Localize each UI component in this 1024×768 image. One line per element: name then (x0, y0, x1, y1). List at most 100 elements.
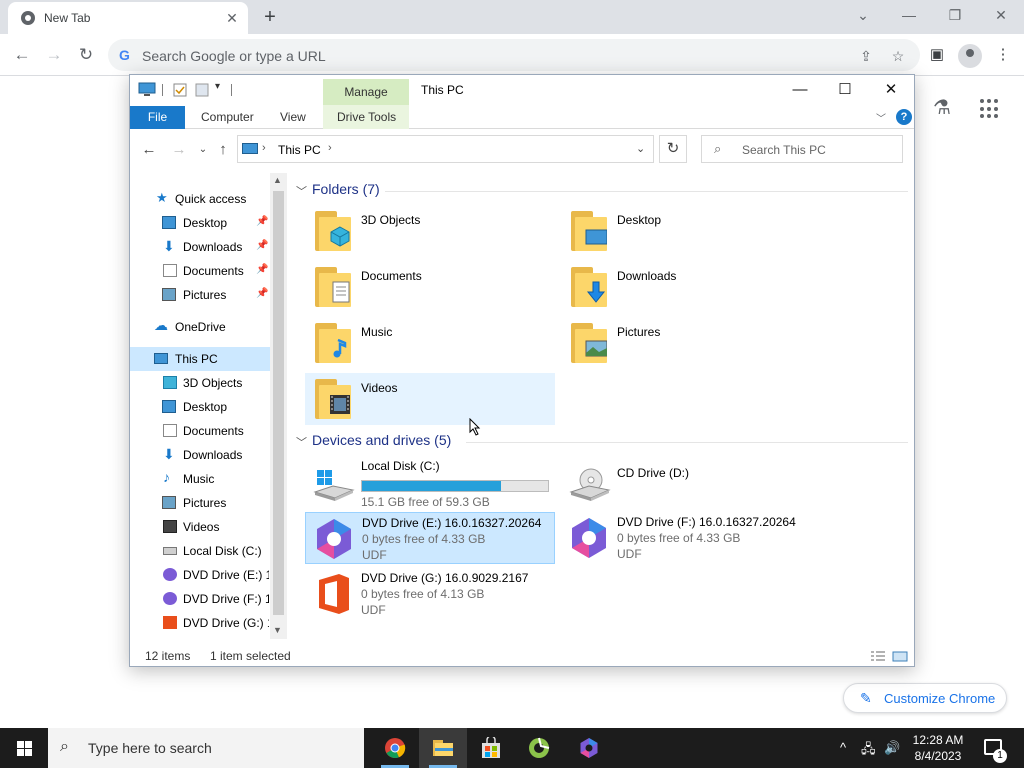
new-tab-button[interactable]: + (258, 5, 282, 29)
volume-icon[interactable]: 🔊 (884, 740, 900, 756)
tab-file[interactable]: File (130, 106, 185, 129)
nav-dvd-drive-e[interactable]: DVD Drive (E:) 16 (130, 563, 270, 587)
pin-icon: 📌 (256, 216, 269, 227)
tab-search-chevron-icon[interactable]: ⌄ (840, 4, 886, 26)
nav-pictures[interactable]: Pictures (130, 491, 270, 515)
tab-computer[interactable]: Computer (201, 110, 254, 124)
nav-3d-objects[interactable]: 3D Objects (130, 371, 270, 395)
back-arrow-icon[interactable]: ← (139, 140, 159, 160)
folder-downloads[interactable]: Downloads (561, 261, 811, 313)
taskbar-clock[interactable]: 12:28 AM 8/4/2023 (900, 732, 976, 764)
folder-videos[interactable]: Videos (305, 373, 555, 425)
folder-3d-objects[interactable]: 3D Objects (305, 205, 555, 257)
breadcrumb-separator-icon[interactable]: › (262, 142, 266, 154)
music-note-icon: ♪ (163, 469, 170, 485)
show-hidden-icons-chevron-icon[interactable]: ^ (840, 740, 846, 755)
folder-pictures[interactable]: Pictures (561, 317, 811, 369)
nav-music[interactable]: ♪ Music (130, 467, 270, 491)
nav-scrollbar[interactable]: ▲ ▼ (270, 173, 287, 639)
side-panel-icon[interactable]: ▣ (926, 44, 948, 66)
nav-downloads[interactable]: ⬇ Downloads (130, 443, 270, 467)
nav-onedrive[interactable]: ☁ OneDrive (130, 315, 270, 339)
drive-dvd-e[interactable]: DVD Drive (E:) 16.0.16327.20264 0 bytes … (305, 512, 555, 564)
address-dropdown-icon[interactable]: ⌄ (636, 142, 645, 155)
folder-icon (571, 211, 607, 251)
labs-flask-icon[interactable]: ⚗ (930, 96, 954, 120)
breadcrumb-this-pc[interactable]: This PC (278, 143, 321, 157)
tab-close-icon[interactable]: ✕ (222, 8, 242, 28)
folder-documents[interactable]: Documents (305, 261, 555, 313)
chrome-restore-button[interactable]: ❐ (932, 4, 978, 26)
nav-dvd-drive-f[interactable]: DVD Drive (F:) 16 (130, 587, 270, 611)
chrome-close-button[interactable]: ✕ (978, 4, 1024, 26)
tab-drive-tools[interactable]: Drive Tools (337, 110, 396, 124)
chrome-minimize-button[interactable]: — (886, 4, 932, 26)
search-input[interactable]: ⌕ Search This PC (701, 135, 903, 163)
nav-desktop-pinned[interactable]: Desktop 📌 (130, 211, 270, 235)
drive-dvd-g[interactable]: DVD Drive (G:) 16.0.9029.2167 0 bytes fr… (305, 568, 555, 620)
scroll-thumb[interactable] (273, 191, 284, 615)
taskbar-file-explorer[interactable] (419, 728, 467, 768)
forward-arrow-icon[interactable]: → (169, 140, 189, 160)
collapse-chevron-icon[interactable]: ﹀ (296, 434, 307, 450)
customize-qat-chevron-icon[interactable]: ▾ (215, 81, 220, 92)
properties-icon[interactable] (173, 83, 187, 97)
explorer-close-button[interactable]: ✕ (875, 79, 907, 101)
new-folder-icon[interactable] (195, 83, 209, 97)
share-icon[interactable]: ⇪ (857, 47, 875, 65)
taskbar-app-office[interactable] (565, 728, 613, 768)
nav-quick-access[interactable]: ★ Quick access (130, 187, 270, 211)
scroll-down-icon[interactable]: ▼ (273, 625, 282, 635)
download-arrow-icon: ⬇ (163, 446, 175, 462)
back-arrow-icon[interactable]: ← (9, 42, 35, 68)
scroll-up-icon[interactable]: ▲ (273, 175, 282, 185)
start-button[interactable] (0, 728, 48, 768)
drive-dvd-f[interactable]: DVD Drive (F:) 16.0.16327.20264 0 bytes … (561, 512, 811, 564)
store-bag-icon (482, 737, 500, 758)
network-icon[interactable]: 🖧 (861, 740, 876, 762)
chrome-menu-icon[interactable]: ⋮ (992, 44, 1014, 66)
search-icon: ⌕ (714, 141, 722, 156)
drive-local-disk-c[interactable]: Local Disk (C:) 15.1 GB free of 59.3 GB (305, 456, 555, 509)
breadcrumb-separator-icon[interactable]: › (328, 142, 332, 154)
explorer-maximize-button[interactable]: ☐ (829, 79, 861, 101)
explorer-minimize-button[interactable]: — (784, 79, 816, 101)
collapse-chevron-icon[interactable]: ﹀ (296, 183, 307, 199)
nav-pictures-pinned[interactable]: Pictures 📌 (130, 283, 270, 307)
nav-local-disk-c[interactable]: Local Disk (C:) (130, 539, 270, 563)
tab-view[interactable]: View (280, 110, 306, 124)
nav-documents-pinned[interactable]: Documents 📌 (130, 259, 270, 283)
customize-chrome-button[interactable]: ✎ Customize Chrome (843, 683, 1007, 713)
expand-ribbon-chevron-icon[interactable]: ﹀ (876, 110, 886, 125)
nav-this-pc[interactable]: This PC (130, 347, 270, 371)
folder-music[interactable]: Music (305, 317, 555, 369)
reload-icon[interactable]: ↻ (73, 42, 99, 68)
recent-locations-chevron-icon[interactable]: ⌄ (193, 140, 213, 160)
nav-videos[interactable]: Videos (130, 515, 270, 539)
drive-cd-d[interactable]: CD Drive (D:) (561, 456, 811, 508)
address-bar[interactable]: › This PC › ⌄ (237, 135, 654, 163)
details-view-icon[interactable] (870, 651, 886, 662)
notification-badge: 1 (993, 749, 1007, 763)
desktop-icon (162, 216, 176, 229)
taskbar-chrome[interactable] (371, 728, 419, 768)
nav-desktop[interactable]: Desktop (130, 395, 270, 419)
bookmark-star-icon[interactable]: ☆ (889, 47, 907, 65)
refresh-button[interactable]: ↻ (659, 135, 687, 163)
taskbar-app-green[interactable] (515, 728, 563, 768)
up-arrow-icon[interactable]: ↑ (213, 140, 233, 160)
taskbar-search-box[interactable]: ⌕ Type here to search (48, 728, 364, 768)
nav-documents[interactable]: Documents (130, 419, 270, 443)
taskbar-microsoft-store[interactable] (467, 728, 515, 768)
status-bar: 12 items 1 item selected (130, 645, 914, 667)
folder-desktop[interactable]: Desktop (561, 205, 811, 257)
help-icon[interactable]: ? (896, 109, 912, 125)
profile-avatar-icon[interactable] (958, 44, 982, 68)
large-icons-view-icon[interactable] (892, 651, 908, 662)
nav-dvd-drive-g[interactable]: DVD Drive (G:) 1( (130, 611, 270, 635)
forward-arrow-icon[interactable]: → (41, 42, 67, 68)
omnibox[interactable]: G Search Google or type a URL ⇪ ☆ (108, 39, 920, 71)
google-apps-icon[interactable] (980, 99, 1000, 119)
nav-downloads-pinned[interactable]: ⬇ Downloads 📌 (130, 235, 270, 259)
chrome-tab-new-tab[interactable]: New Tab ✕ (8, 2, 248, 34)
